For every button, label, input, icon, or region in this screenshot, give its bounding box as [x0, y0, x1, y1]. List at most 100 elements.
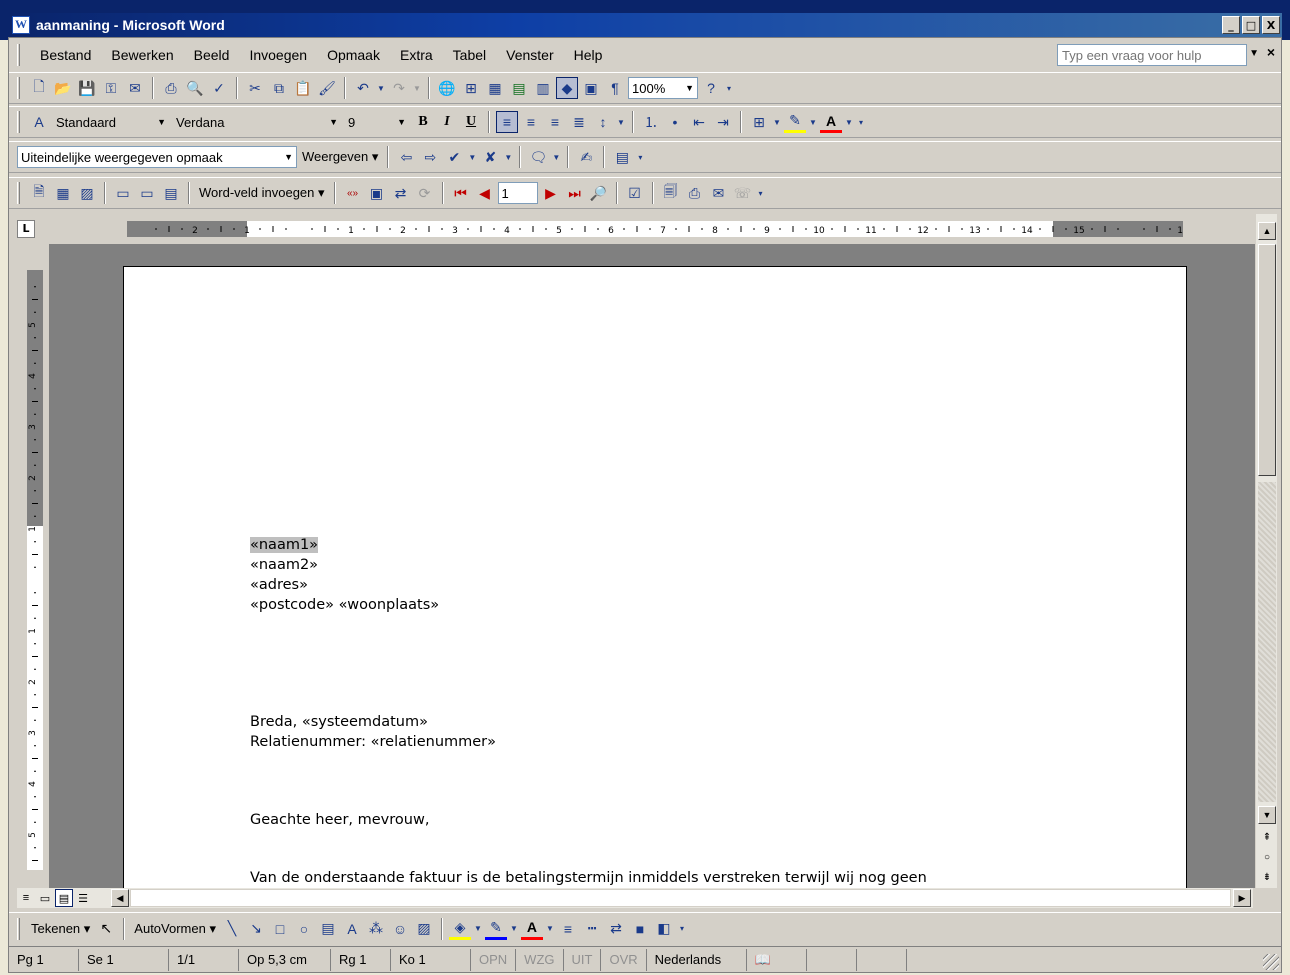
decrease-indent-icon[interactable]: ⇤	[688, 111, 710, 133]
hyperlink-icon[interactable]: 🌐	[436, 77, 458, 99]
main-document-setup-icon[interactable]: 🗎	[28, 182, 50, 204]
line-spacing-dropdown-icon[interactable]: ▼	[616, 111, 626, 133]
document-line[interactable]: Geachte heer, mevrouw,	[250, 812, 429, 828]
help-icon[interactable]: ?	[700, 77, 722, 99]
document-line[interactable]: «adres»	[250, 577, 308, 593]
insert-comment-icon[interactable]: 🗨	[527, 146, 549, 168]
align-center-icon[interactable]: ≡	[520, 111, 542, 133]
open-folder-icon[interactable]: 📂	[52, 77, 74, 99]
increase-indent-icon[interactable]: ⇥	[712, 111, 734, 133]
web-layout-icon[interactable]: ▭	[36, 889, 54, 907]
redo-dropdown-icon[interactable]: ▼	[412, 77, 422, 99]
paste-icon[interactable]: 📋	[292, 77, 314, 99]
normal-view-icon[interactable]: ≡	[17, 889, 35, 907]
document-area[interactable]: «naam1» «naam2» «adres» «postcode» «woon…	[49, 244, 1259, 888]
horizontal-ruler[interactable]: 211234567891011121314151718	[127, 221, 1183, 237]
menu-tabel[interactable]: Tabel	[443, 47, 496, 63]
menu-opmaak[interactable]: Opmaak	[317, 47, 390, 63]
permission-icon[interactable]: ⚿	[100, 77, 122, 99]
merge-to-email-icon[interactable]: ✉	[708, 182, 730, 204]
picture-icon[interactable]: ▨	[413, 918, 435, 940]
columns-icon[interactable]: ▥	[532, 77, 554, 99]
help-dropdown-icon[interactable]: ▼	[1249, 48, 1259, 59]
document-line[interactable]: Van de onderstaande faktuur is de betali…	[250, 870, 927, 886]
next-record-icon[interactable]: ▶	[540, 182, 562, 204]
zoom-combo[interactable]: 100% ▼	[628, 77, 698, 99]
fill-dropdown-icon[interactable]: ▼	[473, 918, 483, 940]
line-icon[interactable]: ╲	[221, 918, 243, 940]
find-entry-icon[interactable]: 🔎	[588, 182, 610, 204]
undo-dropdown-icon[interactable]: ▼	[376, 77, 386, 99]
merge-to-printer-icon[interactable]: ⎙	[684, 182, 706, 204]
horizontal-scrollbar[interactable]: ≡ ▭ ▤ ☰ ◀ ▶	[17, 888, 1253, 908]
track-changes-icon[interactable]: ✍	[575, 146, 597, 168]
insert-merge-fields-icon[interactable]: ▤	[160, 182, 182, 204]
style-combo[interactable]: Standaard ▼	[52, 111, 170, 133]
highlight-icon[interactable]: ✎	[784, 111, 806, 133]
status-track-changes[interactable]: WZG	[516, 948, 564, 971]
tab-selector-button[interactable]: L	[17, 220, 35, 238]
arrow-style-icon[interactable]: ⇄	[605, 918, 627, 940]
document-close-button[interactable]: ×	[1267, 44, 1275, 60]
insert-word-field-button[interactable]: Word-veld invoegen ▾	[196, 185, 328, 201]
wordart-icon[interactable]: A	[341, 918, 363, 940]
resize-grip-icon[interactable]	[1263, 954, 1279, 970]
check-errors-icon[interactable]: ☑	[624, 182, 646, 204]
match-fields-icon[interactable]: ⇄	[390, 182, 412, 204]
toolbar-options-icon[interactable]: ▾	[756, 182, 766, 204]
print-icon[interactable]: ⎙	[160, 77, 182, 99]
reject-dropdown-icon[interactable]: ▼	[503, 146, 513, 168]
menu-bestand[interactable]: Bestand	[30, 47, 101, 63]
accept-dropdown-icon[interactable]: ▼	[467, 146, 477, 168]
toolbar-grip[interactable]	[17, 917, 20, 940]
font-combo[interactable]: Verdana ▼	[172, 111, 342, 133]
highlight-merge-fields-icon[interactable]: ▣	[366, 182, 388, 204]
propagate-labels-icon[interactable]: ⟳	[414, 182, 436, 204]
status-record-macro[interactable]: OPN	[471, 948, 517, 971]
last-record-icon[interactable]: ⏭	[564, 182, 586, 204]
line-spacing-icon[interactable]: ↕	[592, 111, 614, 133]
scroll-track[interactable]	[1258, 482, 1276, 802]
borders-icon[interactable]: ⊞	[748, 111, 770, 133]
spelling-icon[interactable]: ✓	[208, 77, 230, 99]
scroll-right-button[interactable]: ▶	[1233, 889, 1251, 907]
menu-invoegen[interactable]: Invoegen	[239, 47, 317, 63]
diagram-icon[interactable]: ⁂	[365, 918, 387, 940]
toolbar-grip[interactable]	[17, 77, 20, 99]
bold-button[interactable]: B	[412, 111, 434, 133]
document-map-icon[interactable]: ▣	[580, 77, 602, 99]
new-document-icon[interactable]: 🗋	[28, 77, 50, 99]
line-color-dropdown-icon[interactable]: ▼	[509, 918, 519, 940]
vertical-ruler[interactable]: 54321123456	[27, 270, 43, 870]
copy-icon[interactable]: ⧉	[268, 77, 290, 99]
font-color-icon[interactable]: A	[520, 918, 543, 940]
autoshapes-menu-button[interactable]: AutoVormen ▾	[131, 921, 219, 937]
toolbar-options-icon[interactable]: ▾	[635, 146, 645, 168]
spelling-status-icon[interactable]: 📖	[747, 948, 807, 971]
next-page-icon[interactable]: ⇟	[1258, 868, 1276, 886]
scroll-left-button[interactable]: ◀	[111, 889, 129, 907]
maximize-button[interactable]: □	[1242, 16, 1260, 34]
line-color-icon[interactable]: ✎	[484, 918, 507, 940]
format-painter-icon[interactable]: 🖌	[316, 77, 338, 99]
accept-change-icon[interactable]: ✔	[443, 146, 465, 168]
merge-to-new-document-icon[interactable]: 🗐	[660, 182, 682, 204]
status-extend[interactable]: UIT	[564, 948, 602, 971]
minimize-button[interactable]: _	[1222, 16, 1240, 34]
save-icon[interactable]: 💾	[76, 77, 98, 99]
next-change-icon[interactable]: ⇨	[419, 146, 441, 168]
document-line[interactable]: «postcode» «woonplaats»	[250, 597, 439, 613]
scroll-up-button[interactable]: ▲	[1258, 222, 1276, 240]
tables-borders-icon[interactable]: ⊞	[460, 77, 482, 99]
print-preview-icon[interactable]: 🔍	[184, 77, 206, 99]
merge-field[interactable]: «naam1»	[250, 537, 319, 553]
select-browse-object-icon[interactable]: ○	[1258, 848, 1276, 866]
align-right-icon[interactable]: ≡	[544, 111, 566, 133]
merge-to-fax-icon[interactable]: ☏	[732, 182, 754, 204]
align-left-icon[interactable]: ≡	[496, 111, 518, 133]
outline-view-icon[interactable]: ☰	[74, 889, 92, 907]
scroll-thumb[interactable]	[1258, 244, 1276, 476]
document-line[interactable]: Relatienummer: «relatienummer»	[250, 734, 496, 750]
previous-page-icon[interactable]: ⇞	[1258, 828, 1276, 846]
toolbar-grip[interactable]	[17, 182, 20, 204]
